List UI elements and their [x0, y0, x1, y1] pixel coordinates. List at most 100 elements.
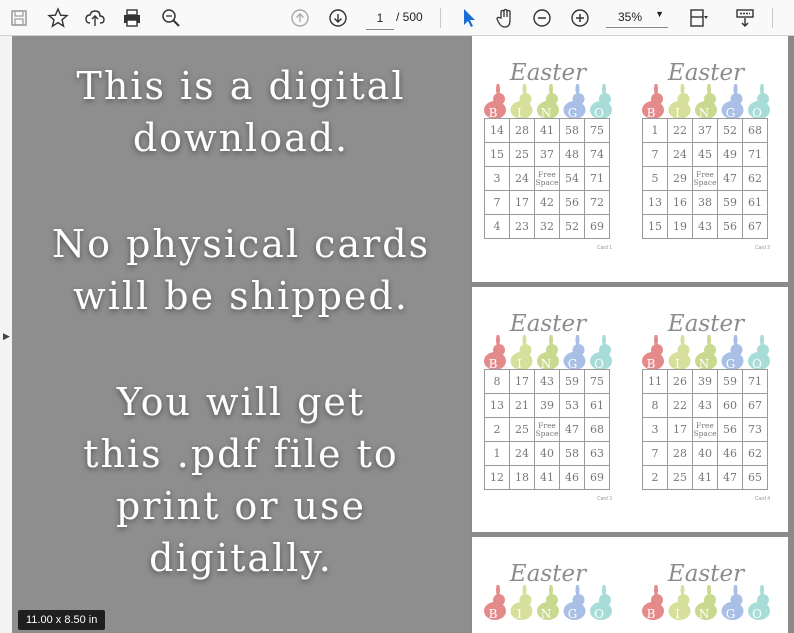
bingo-grid: 1 22 37 52 68 7 24 45 49 71 5 29 Free Space 47 62 13 16 38…: [642, 118, 768, 239]
free-space-cell: Free Space: [534, 417, 560, 442]
bingo-grid: 8 17 43 59 75 13 21 39 53 61 2 25 Free Space 47 68 1 24 40…: [484, 369, 610, 490]
bingo-cell: 17: [509, 190, 535, 215]
bingo-cell: 23: [509, 214, 535, 239]
bingo-cell: 22: [667, 393, 693, 418]
bingo-row: 1 24 40 58 63: [484, 441, 610, 466]
bingo-cell: 41: [692, 465, 718, 490]
bingo-cell: 39: [534, 393, 560, 418]
promo-line: This is a digital: [76, 64, 406, 108]
bingo-cell: 24: [509, 441, 535, 466]
bingo-cell: 72: [584, 190, 610, 215]
bunny-icon: B: [642, 84, 664, 120]
chevron-down-icon: ▼: [655, 9, 664, 19]
bingo-cell: 53: [559, 393, 585, 418]
bingo-cell: 24: [667, 142, 693, 167]
chevron-right-icon: ▶: [3, 331, 10, 341]
bingo-cell: 43: [692, 393, 718, 418]
bingo-row: 7 24 45 49 71: [642, 142, 768, 167]
bingo-cell: 25: [509, 417, 535, 442]
bingo-row: 13 16 38 59 61: [642, 190, 768, 215]
zoom-select[interactable]: 35% ▼: [606, 7, 668, 28]
fit-page-icon[interactable]: [685, 5, 711, 31]
pdf-page-3: Easter B I N G O Easter B I N G O: [472, 537, 788, 633]
bingo-row: 3 17 Free Space 56 73: [642, 417, 768, 442]
bingo-cell: 61: [742, 190, 768, 215]
bingo-cell: 4: [484, 214, 510, 239]
bingo-row: 11 26 39 59 71: [642, 369, 768, 394]
card-title: Easter: [509, 311, 587, 337]
bingo-letter: I: [517, 607, 522, 621]
zoom-in-icon[interactable]: [567, 5, 593, 31]
bingo-cell: 14: [484, 118, 510, 143]
bingo-row: 5 29 Free Space 47 62: [642, 166, 768, 191]
bunny-letters: BINGO: [484, 585, 612, 621]
document-viewer[interactable]: ▶ This is a digital download. No physica…: [0, 36, 794, 633]
bingo-row: 15 19 43 56 67: [642, 214, 768, 239]
bunny-icon: N: [537, 84, 559, 120]
bingo-cell: 75: [584, 118, 610, 143]
card-number-label: Card 4: [754, 496, 770, 502]
bingo-cell: 2: [642, 465, 668, 490]
bingo-letter: G: [726, 607, 736, 621]
zoom-out-icon[interactable]: [529, 5, 555, 31]
free-space-cell: Free Space: [534, 166, 560, 191]
bingo-cell: 32: [534, 214, 560, 239]
page-total: / 500: [396, 10, 423, 24]
bunny-icon: O: [590, 585, 612, 621]
bingo-cell: 7: [484, 190, 510, 215]
bingo-cell: 47: [717, 465, 743, 490]
hand-tool-icon[interactable]: [492, 5, 518, 31]
print-icon[interactable]: [119, 5, 145, 31]
bingo-cell: 18: [509, 465, 535, 490]
zoom-search-icon[interactable]: [158, 5, 184, 31]
bingo-letter: B: [647, 607, 656, 621]
bingo-row: 8 22 43 60 67: [642, 393, 768, 418]
bunny-icon: G: [721, 585, 744, 621]
scroll-mode-icon[interactable]: [732, 5, 758, 31]
bingo-cell: 71: [742, 369, 768, 394]
bingo-cell: 67: [742, 393, 768, 418]
bingo-cell: 28: [509, 118, 535, 143]
page-up-icon[interactable]: [287, 5, 313, 31]
bingo-cell: 8: [642, 393, 668, 418]
bingo-cell: 1: [642, 118, 668, 143]
bingo-cell: 68: [742, 118, 768, 143]
bingo-cell: 25: [667, 465, 693, 490]
bingo-cell: 26: [667, 369, 693, 394]
bingo-cell: 25: [509, 142, 535, 167]
bingo-cell: 71: [742, 142, 768, 167]
bingo-cell: 60: [717, 393, 743, 418]
sidebar-toggle[interactable]: ▶: [0, 36, 12, 633]
bunny-letters: BINGO: [642, 335, 770, 371]
upload-cloud-icon[interactable]: [82, 5, 108, 31]
bingo-cell: 5: [642, 166, 668, 191]
bookmark-star-icon[interactable]: [45, 5, 71, 31]
bingo-cell: 21: [509, 393, 535, 418]
bingo-cell: 17: [509, 369, 535, 394]
promo-line: download.: [132, 116, 350, 160]
promo-line: print or use: [115, 484, 367, 528]
bingo-cell: 8: [484, 369, 510, 394]
bingo-cell: 54: [559, 166, 585, 191]
bingo-cell: 29: [667, 166, 693, 191]
bingo-cell: 17: [667, 417, 693, 442]
bingo-cell: 62: [742, 166, 768, 191]
page-down-icon[interactable]: [325, 5, 351, 31]
bingo-cell: 67: [742, 214, 768, 239]
bingo-grid: 11 26 39 59 71 8 22 43 60 67 3 17 Free Space 56 73 7 28 40…: [642, 369, 768, 490]
promo-line: You will get: [116, 380, 366, 424]
card-title: Easter: [667, 60, 745, 86]
bingo-cell: 41: [534, 118, 560, 143]
page-number-input[interactable]: [366, 7, 394, 30]
bunny-icon: B: [642, 585, 664, 621]
bunny-icon: B: [484, 585, 506, 621]
card-number-label: Card 1: [596, 245, 612, 251]
save-icon[interactable]: [6, 5, 32, 31]
bingo-cell: 75: [584, 369, 610, 394]
bingo-row: 7 17 42 56 72: [484, 190, 610, 215]
bingo-letter: N: [541, 607, 552, 621]
bingo-cell: 63: [584, 441, 610, 466]
bingo-row: 2 25 Free Space 47 68: [484, 417, 610, 442]
bingo-cell: 71: [584, 166, 610, 191]
select-cursor-icon[interactable]: [456, 5, 482, 31]
